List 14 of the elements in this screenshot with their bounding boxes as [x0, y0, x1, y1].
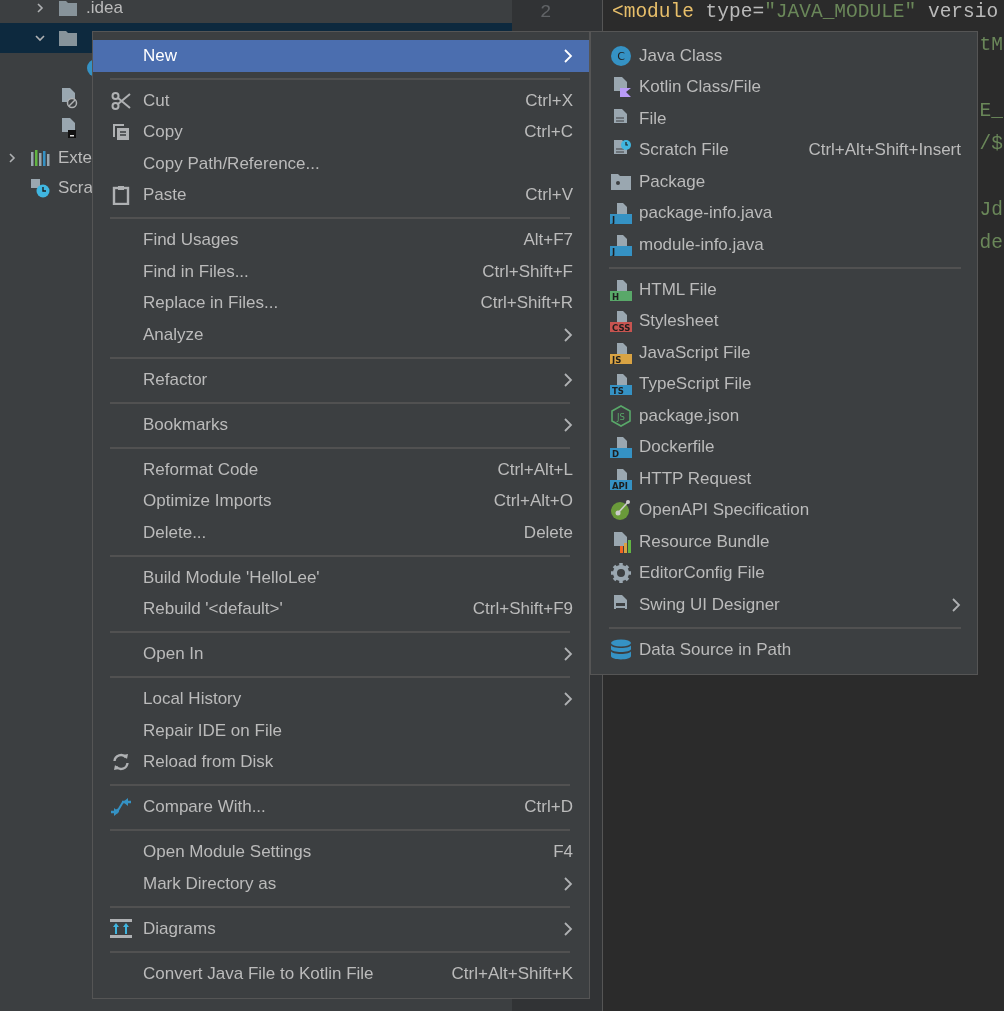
tree-label: .idea [86, 0, 123, 18]
code-token: versio [927, 0, 999, 25]
code-token: <module [612, 0, 694, 25]
code-token: "JAVA_MODULE" [764, 0, 917, 25]
code-token: type= [705, 0, 765, 25]
class-icon: C [610, 44, 632, 67]
code-token: E_ [979, 99, 1003, 124]
code-token: /$ [979, 132, 1003, 157]
code-token: tM [979, 33, 1003, 58]
tree-label: Exte [58, 148, 93, 168]
hexagon-icon: JS [610, 404, 632, 427]
code-token: de [979, 231, 1003, 256]
tree-label: Scra [58, 178, 93, 198]
code-token: Jd [979, 198, 1003, 223]
